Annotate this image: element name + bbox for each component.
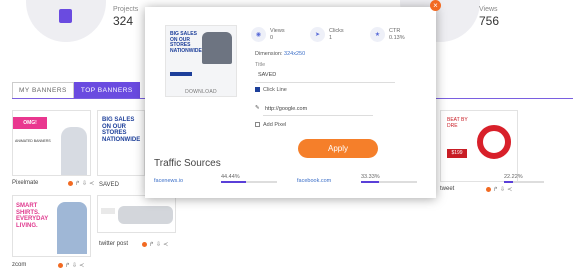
views-stat: ◉ Views 0	[251, 27, 285, 42]
banner-name: tweet	[440, 186, 455, 192]
banner-actions: ↱ ⇩ ≺	[142, 241, 168, 248]
click-line-checkbox[interactable]: Click Line	[255, 87, 287, 93]
cursor-icon: ➤	[310, 27, 325, 42]
banner-name: Pixelmate	[12, 180, 39, 186]
banner-name: twitter post	[99, 241, 129, 247]
views-value: 756	[479, 14, 500, 28]
tab-my-banners[interactable]: MY BANNERS	[12, 82, 74, 99]
banner-thumb-saved[interactable]: BIG SALES ON OUR STORES NATIONWIDE	[97, 110, 145, 176]
url-underline	[263, 115, 373, 116]
url-input[interactable]: http://google.com	[265, 106, 307, 112]
dimension-row: Dimension: 324x250	[255, 51, 305, 57]
download-button[interactable]: DOWNLOAD	[165, 89, 237, 95]
banner-actions: ↱ ⇩ ≺	[486, 186, 512, 193]
eye-icon: ◉	[251, 27, 266, 42]
traffic-source-pct: 44.44%	[221, 174, 240, 180]
thumb-headline: BIG SALES ON OUR STORES NATIONWIDE	[102, 117, 141, 143]
banner-thumb-zcom[interactable]: SMART SHIRTS. EVERYDAY LIVING.	[12, 195, 91, 257]
traffic-source-pct: 22.22%	[504, 174, 523, 180]
checkbox-unchecked-icon[interactable]	[255, 122, 260, 128]
banner-tabs: MY BANNERS TOP BANNERS	[12, 82, 140, 99]
add-pixel-label: Add Pixel	[263, 122, 287, 128]
dimension-value: 324x250	[284, 51, 306, 57]
title-underline	[255, 82, 395, 83]
close-icon[interactable]: ×	[430, 0, 441, 11]
traffic-source-name[interactable]: facebook.com	[297, 178, 331, 184]
preview-headline: BIG SALES ON OUR STORES NATIONWIDE	[170, 31, 202, 54]
title-label: Title	[255, 62, 266, 68]
thumb-price: $199	[447, 149, 467, 158]
thumb-text	[101, 208, 115, 214]
thumb-text: ANIMATED BANNERS	[15, 139, 51, 143]
banner-name: SAVED	[99, 182, 119, 188]
cars-image	[118, 206, 173, 224]
projects-label: Projects	[113, 6, 139, 13]
banner-thumb-tweet[interactable]: BEAT BY DRE $199	[440, 110, 518, 182]
add-pixel-checkbox[interactable]: Add Pixel	[255, 122, 286, 128]
banner-details-modal: BIG SALES ON OUR STORES NATIONWIDE DOWNL…	[145, 7, 436, 198]
title-input[interactable]: SAVED	[258, 72, 276, 78]
person-image	[61, 127, 87, 175]
thumb-headline: SMART SHIRTS. EVERYDAY LIVING.	[16, 203, 49, 229]
omg-badge: OMG!	[13, 117, 47, 129]
views-label: Views	[479, 6, 498, 13]
traffic-sources-title: Traffic Sources	[154, 158, 221, 169]
traffic-source-bar	[504, 181, 544, 183]
clicks-stat-label: Clicks	[329, 27, 344, 34]
ctr-stat: ★ CTR 0.13%	[370, 27, 405, 42]
apply-button[interactable]: Apply	[298, 139, 378, 158]
tshirt-image	[202, 32, 232, 64]
banner-thumb-pixelmate[interactable]: OMG! ANIMATED BANNERS	[12, 110, 91, 176]
headphones-image	[477, 125, 511, 159]
shirt-image	[57, 202, 87, 254]
preview-cta	[170, 72, 192, 76]
clicks-stat: ➤ Clicks 1	[310, 27, 344, 42]
clicks-stat-value: 1	[329, 34, 333, 41]
checkbox-checked-icon[interactable]	[255, 87, 260, 93]
ctr-stat-label: CTR	[389, 27, 401, 34]
banner-actions: ↱ ⇩ ≺	[58, 262, 84, 269]
star-icon: ★	[370, 27, 385, 42]
banner-name: zcom	[12, 262, 27, 268]
traffic-source-bar	[221, 181, 277, 183]
traffic-source-pct: 33.33%	[361, 174, 380, 180]
link-icon: ✎	[255, 105, 260, 111]
click-line-label: Click Line	[263, 87, 287, 93]
dimension-label: Dimension:	[255, 51, 283, 57]
tab-top-banners[interactable]: TOP BANNERS	[73, 82, 140, 99]
ctr-stat-value: 0.13%	[389, 34, 405, 41]
traffic-source-fill	[504, 181, 513, 183]
traffic-source-fill	[361, 181, 380, 183]
projects-icon	[59, 9, 72, 23]
banner-actions: ↱ ⇩ ≺	[68, 180, 94, 187]
traffic-source-bar	[361, 181, 417, 183]
projects-value: 324	[113, 14, 134, 28]
thumb-headline: BEAT BY DRE	[447, 117, 468, 129]
views-stat-label: Views	[270, 27, 285, 34]
traffic-source-name[interactable]: facenews.io	[154, 178, 183, 184]
traffic-source-fill	[221, 181, 246, 183]
banner-preview: BIG SALES ON OUR STORES NATIONWIDE	[165, 25, 237, 97]
views-stat-value: 0	[270, 34, 274, 41]
banner-thumb-twitter-post[interactable]	[97, 195, 176, 233]
